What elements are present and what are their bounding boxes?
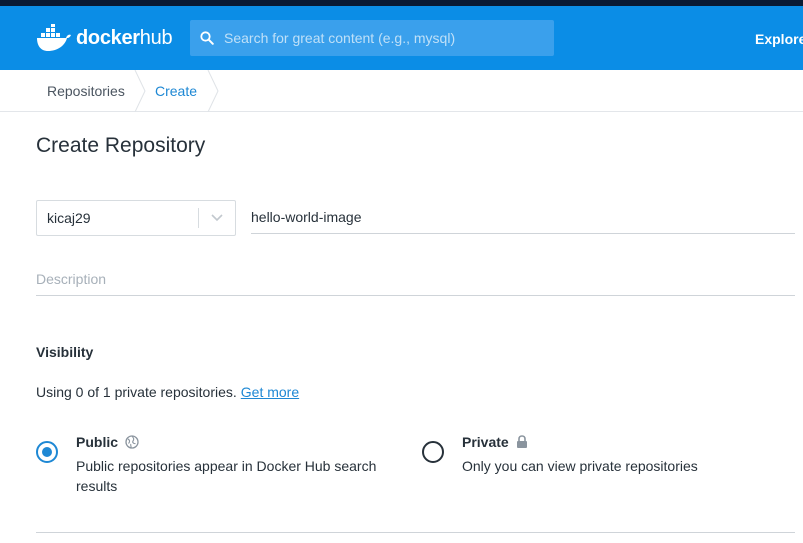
- repository-name-value: hello-world-image: [251, 209, 362, 225]
- description-field[interactable]: [36, 262, 795, 296]
- search-bar[interactable]: [190, 20, 554, 56]
- explore-link[interactable]: Explore: [755, 31, 803, 47]
- private-repo-usage: Using 0 of 1 private repositories. Get mo…: [36, 384, 299, 400]
- private-radio[interactable]: [422, 441, 444, 463]
- logo-word: docker: [76, 26, 140, 49]
- private-option-title: Private: [462, 434, 509, 450]
- usage-text: Using 0 of 1 private repositories.: [36, 384, 237, 400]
- get-more-link[interactable]: Get more: [241, 384, 299, 400]
- section-divider: [36, 532, 795, 533]
- breadcrumb-separator-icon: [134, 70, 146, 112]
- repository-name-input[interactable]: hello-world-image: [251, 201, 795, 234]
- lock-icon: [516, 435, 528, 449]
- page-title: Create Repository: [36, 134, 206, 157]
- radio-selected-dot: [42, 447, 52, 457]
- public-option-title: Public: [76, 434, 119, 450]
- logo-hub-word: hub: [139, 26, 173, 49]
- breadcrumb-create-current: Create: [155, 82, 198, 99]
- breadcrumb-separator-icon: [207, 70, 219, 112]
- description-input[interactable]: [36, 270, 795, 287]
- private-option-description: Only you can view private repositories: [462, 458, 698, 474]
- breadcrumb: Repositories Create: [0, 70, 803, 112]
- globe-icon: [125, 435, 139, 449]
- namespace-value: kicaj29: [47, 210, 91, 226]
- public-radio[interactable]: [36, 441, 58, 463]
- visibility-heading: Visibility: [36, 344, 94, 360]
- logo-text: dockerhub: [76, 26, 173, 50]
- search-icon: [190, 31, 224, 45]
- top-navigation-bar: dockerhub Explore: [0, 0, 803, 70]
- chevron-down-icon[interactable]: [199, 213, 235, 223]
- public-option-description: Public repositories appear in Docker Hub…: [76, 458, 377, 494]
- breadcrumb-repositories-link[interactable]: Repositories: [47, 70, 125, 111]
- search-input[interactable]: [224, 30, 544, 46]
- visibility-option-private[interactable]: Private Only you can view private reposi…: [422, 432, 782, 476]
- docker-hub-logo[interactable]: dockerhub: [36, 20, 173, 56]
- namespace-select[interactable]: kicaj29: [36, 200, 236, 236]
- docker-whale-icon: [37, 24, 71, 51]
- visibility-option-public[interactable]: Public Public repositories appear in Doc…: [36, 432, 396, 496]
